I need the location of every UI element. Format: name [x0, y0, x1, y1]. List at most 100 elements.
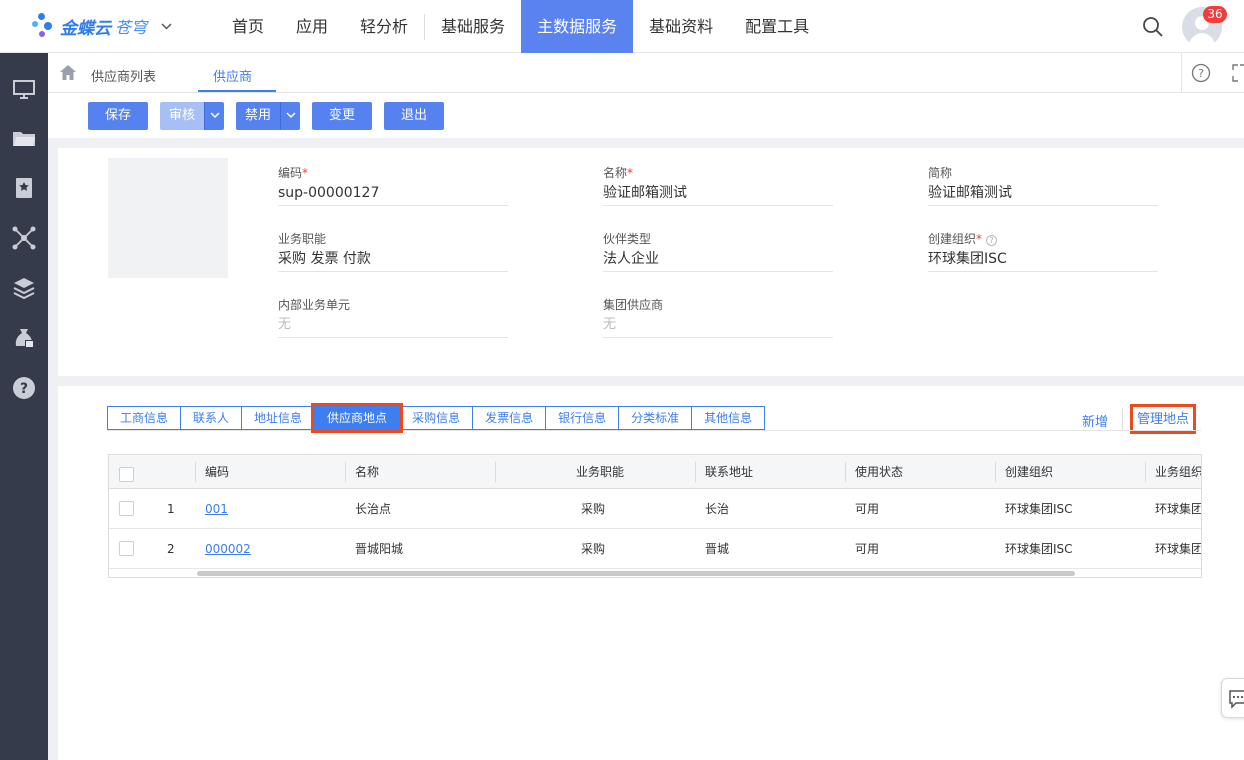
notification-badge: 36: [1203, 6, 1227, 23]
nav-item-basic-data[interactable]: 基础资料: [633, 0, 729, 53]
nav-item-basic-services[interactable]: 基础服务: [425, 0, 521, 53]
svg-text:?: ?: [20, 381, 28, 397]
nav-item-home[interactable]: 首页: [216, 0, 280, 53]
column-header-create-org[interactable]: 创建组织: [1005, 455, 1053, 489]
business-function-input[interactable]: 采购 发票 付款: [278, 248, 508, 272]
layers-icon[interactable]: [11, 275, 37, 301]
partner-type-input[interactable]: 法人企业: [603, 248, 833, 272]
site-business-org: 环球集团: [1155, 542, 1202, 556]
help-circle-icon[interactable]: ?: [11, 375, 37, 401]
svg-text:?: ?: [1198, 67, 1204, 80]
star-book-icon[interactable]: [11, 175, 37, 201]
add-site-link[interactable]: 新增: [1082, 411, 1108, 430]
name-input[interactable]: 验证邮箱测试: [603, 182, 833, 206]
name-label: 名称: [603, 166, 628, 180]
business-function-field: 业务职能 采购 发票 付款: [278, 230, 508, 272]
action-toolbar: 保存 审核 禁用 变更 退出: [48, 93, 1244, 138]
table-header: 编码 名称 业务职能 联系地址 使用状态 创建组织 业务组织: [109, 455, 1201, 489]
search-icon[interactable]: [1141, 15, 1165, 39]
monitor-icon[interactable]: [11, 76, 37, 102]
change-button[interactable]: 变更: [312, 102, 372, 130]
network-icon[interactable]: [11, 225, 37, 251]
site-address: 长治: [705, 502, 730, 516]
table-row[interactable]: 2 000002 晋城阳城 采购 晋城 可用 环球集团ISC 环球集团: [109, 529, 1202, 569]
subtab-other-info[interactable]: 其他信息: [691, 406, 766, 430]
site-business-org: 环球集团: [1155, 502, 1202, 516]
subtab-invoice-info[interactable]: 发票信息: [472, 406, 547, 430]
audit-button[interactable]: 审核: [160, 102, 204, 130]
group-supplier-input[interactable]: 无: [603, 314, 833, 338]
site-status: 可用: [855, 542, 880, 556]
column-header-status[interactable]: 使用状态: [855, 455, 903, 489]
partner-type-label: 伙伴类型: [603, 232, 652, 246]
help-icon[interactable]: ?: [1191, 63, 1211, 83]
code-input[interactable]: sup-00000127: [278, 182, 508, 206]
disable-button[interactable]: 禁用: [236, 102, 280, 130]
subtab-supplier-sites[interactable]: 供应商地点: [311, 403, 404, 433]
short-name-field: 简称 验证邮箱测试: [928, 164, 1158, 206]
money-bag-icon[interactable]: [11, 325, 37, 351]
left-rail: ?: [0, 53, 48, 760]
row-checkbox[interactable]: [119, 541, 134, 556]
short-name-input[interactable]: 验证邮箱测试: [928, 182, 1158, 206]
subtab-bank-info[interactable]: 银行信息: [545, 406, 620, 430]
question-icon[interactable]: ?: [986, 235, 998, 246]
create-org-field: 创建组织*? 环球集团ISC: [928, 230, 1158, 272]
chevron-down-icon[interactable]: [161, 19, 172, 33]
row-index: 2: [167, 542, 175, 556]
required-mark: *: [976, 232, 983, 246]
internal-unit-label: 内部业务单元: [278, 298, 351, 312]
top-navbar: 金蝶云 苍穹 首页 应用 轻分析 基础服务 主数据服务 基础资料 配置工具 36: [0, 0, 1244, 53]
tab-supplier-list[interactable]: 供应商列表: [91, 66, 156, 85]
horizontal-scrollbar[interactable]: [197, 571, 1075, 576]
subtab-purchase-info[interactable]: 采购信息: [399, 406, 474, 430]
brand-name: 金蝶云: [60, 18, 111, 39]
nav-item-analysis[interactable]: 轻分析: [344, 0, 424, 53]
nav-item-apps[interactable]: 应用: [280, 0, 344, 53]
site-name: 晋城阳城: [355, 542, 404, 556]
folder-icon[interactable]: [11, 125, 37, 151]
create-org-label: 创建组织: [928, 232, 977, 246]
subtab-address[interactable]: 地址信息: [241, 406, 316, 430]
save-button[interactable]: 保存: [88, 102, 148, 130]
column-divider: [995, 462, 996, 482]
expand-icon[interactable]: [1231, 63, 1244, 83]
internal-unit-input[interactable]: 无: [278, 314, 508, 338]
supplier-photo[interactable]: [108, 158, 228, 278]
column-header-business-org[interactable]: 业务组织: [1155, 455, 1201, 489]
business-function-label: 业务职能: [278, 232, 327, 246]
partner-type-field: 伙伴类型 法人企业: [603, 230, 833, 272]
table-row[interactable]: 1 001 长治点 采购 长治 可用 环球集团ISC 环球集团: [109, 489, 1202, 529]
chat-icon[interactable]: [1221, 678, 1244, 718]
audit-dropdown-button[interactable]: [204, 102, 224, 130]
subtab-contacts[interactable]: 联系人: [180, 406, 243, 430]
code-label: 编码: [278, 166, 303, 180]
logo-mark-icon: [32, 13, 54, 39]
column-header-address[interactable]: 联系地址: [705, 455, 753, 489]
select-all-checkbox[interactable]: [119, 467, 134, 482]
site-create-org: 环球集团ISC: [1005, 542, 1073, 556]
nav-item-config-tools[interactable]: 配置工具: [729, 0, 825, 53]
column-header-name[interactable]: 名称: [355, 455, 379, 489]
site-create-org: 环球集团ISC: [1005, 502, 1073, 516]
disable-dropdown-button[interactable]: [280, 102, 300, 130]
home-icon[interactable]: [58, 63, 78, 83]
site-code-link[interactable]: 000002: [205, 529, 251, 569]
nav-item-master-data[interactable]: 主数据服务: [521, 0, 634, 53]
app-logo[interactable]: 金蝶云 苍穹: [32, 10, 172, 42]
site-code-link[interactable]: 001: [205, 489, 228, 529]
create-org-input[interactable]: 环球集团ISC: [928, 248, 1158, 272]
active-tab-indicator: [198, 90, 276, 92]
column-divider: [345, 462, 346, 482]
required-mark: *: [627, 166, 634, 180]
subtab-classification[interactable]: 分类标准: [618, 406, 693, 430]
row-checkbox[interactable]: [119, 501, 134, 516]
column-header-code[interactable]: 编码: [205, 455, 229, 489]
group-supplier-label: 集团供应商: [603, 298, 664, 312]
internal-unit-field: 内部业务单元 无: [278, 296, 508, 338]
site-address: 晋城: [705, 542, 730, 556]
column-header-business-function[interactable]: 业务职能: [576, 455, 624, 489]
subtab-business-info[interactable]: 工商信息: [107, 406, 182, 430]
exit-button[interactable]: 退出: [384, 102, 444, 130]
tab-supplier[interactable]: 供应商: [213, 66, 252, 85]
